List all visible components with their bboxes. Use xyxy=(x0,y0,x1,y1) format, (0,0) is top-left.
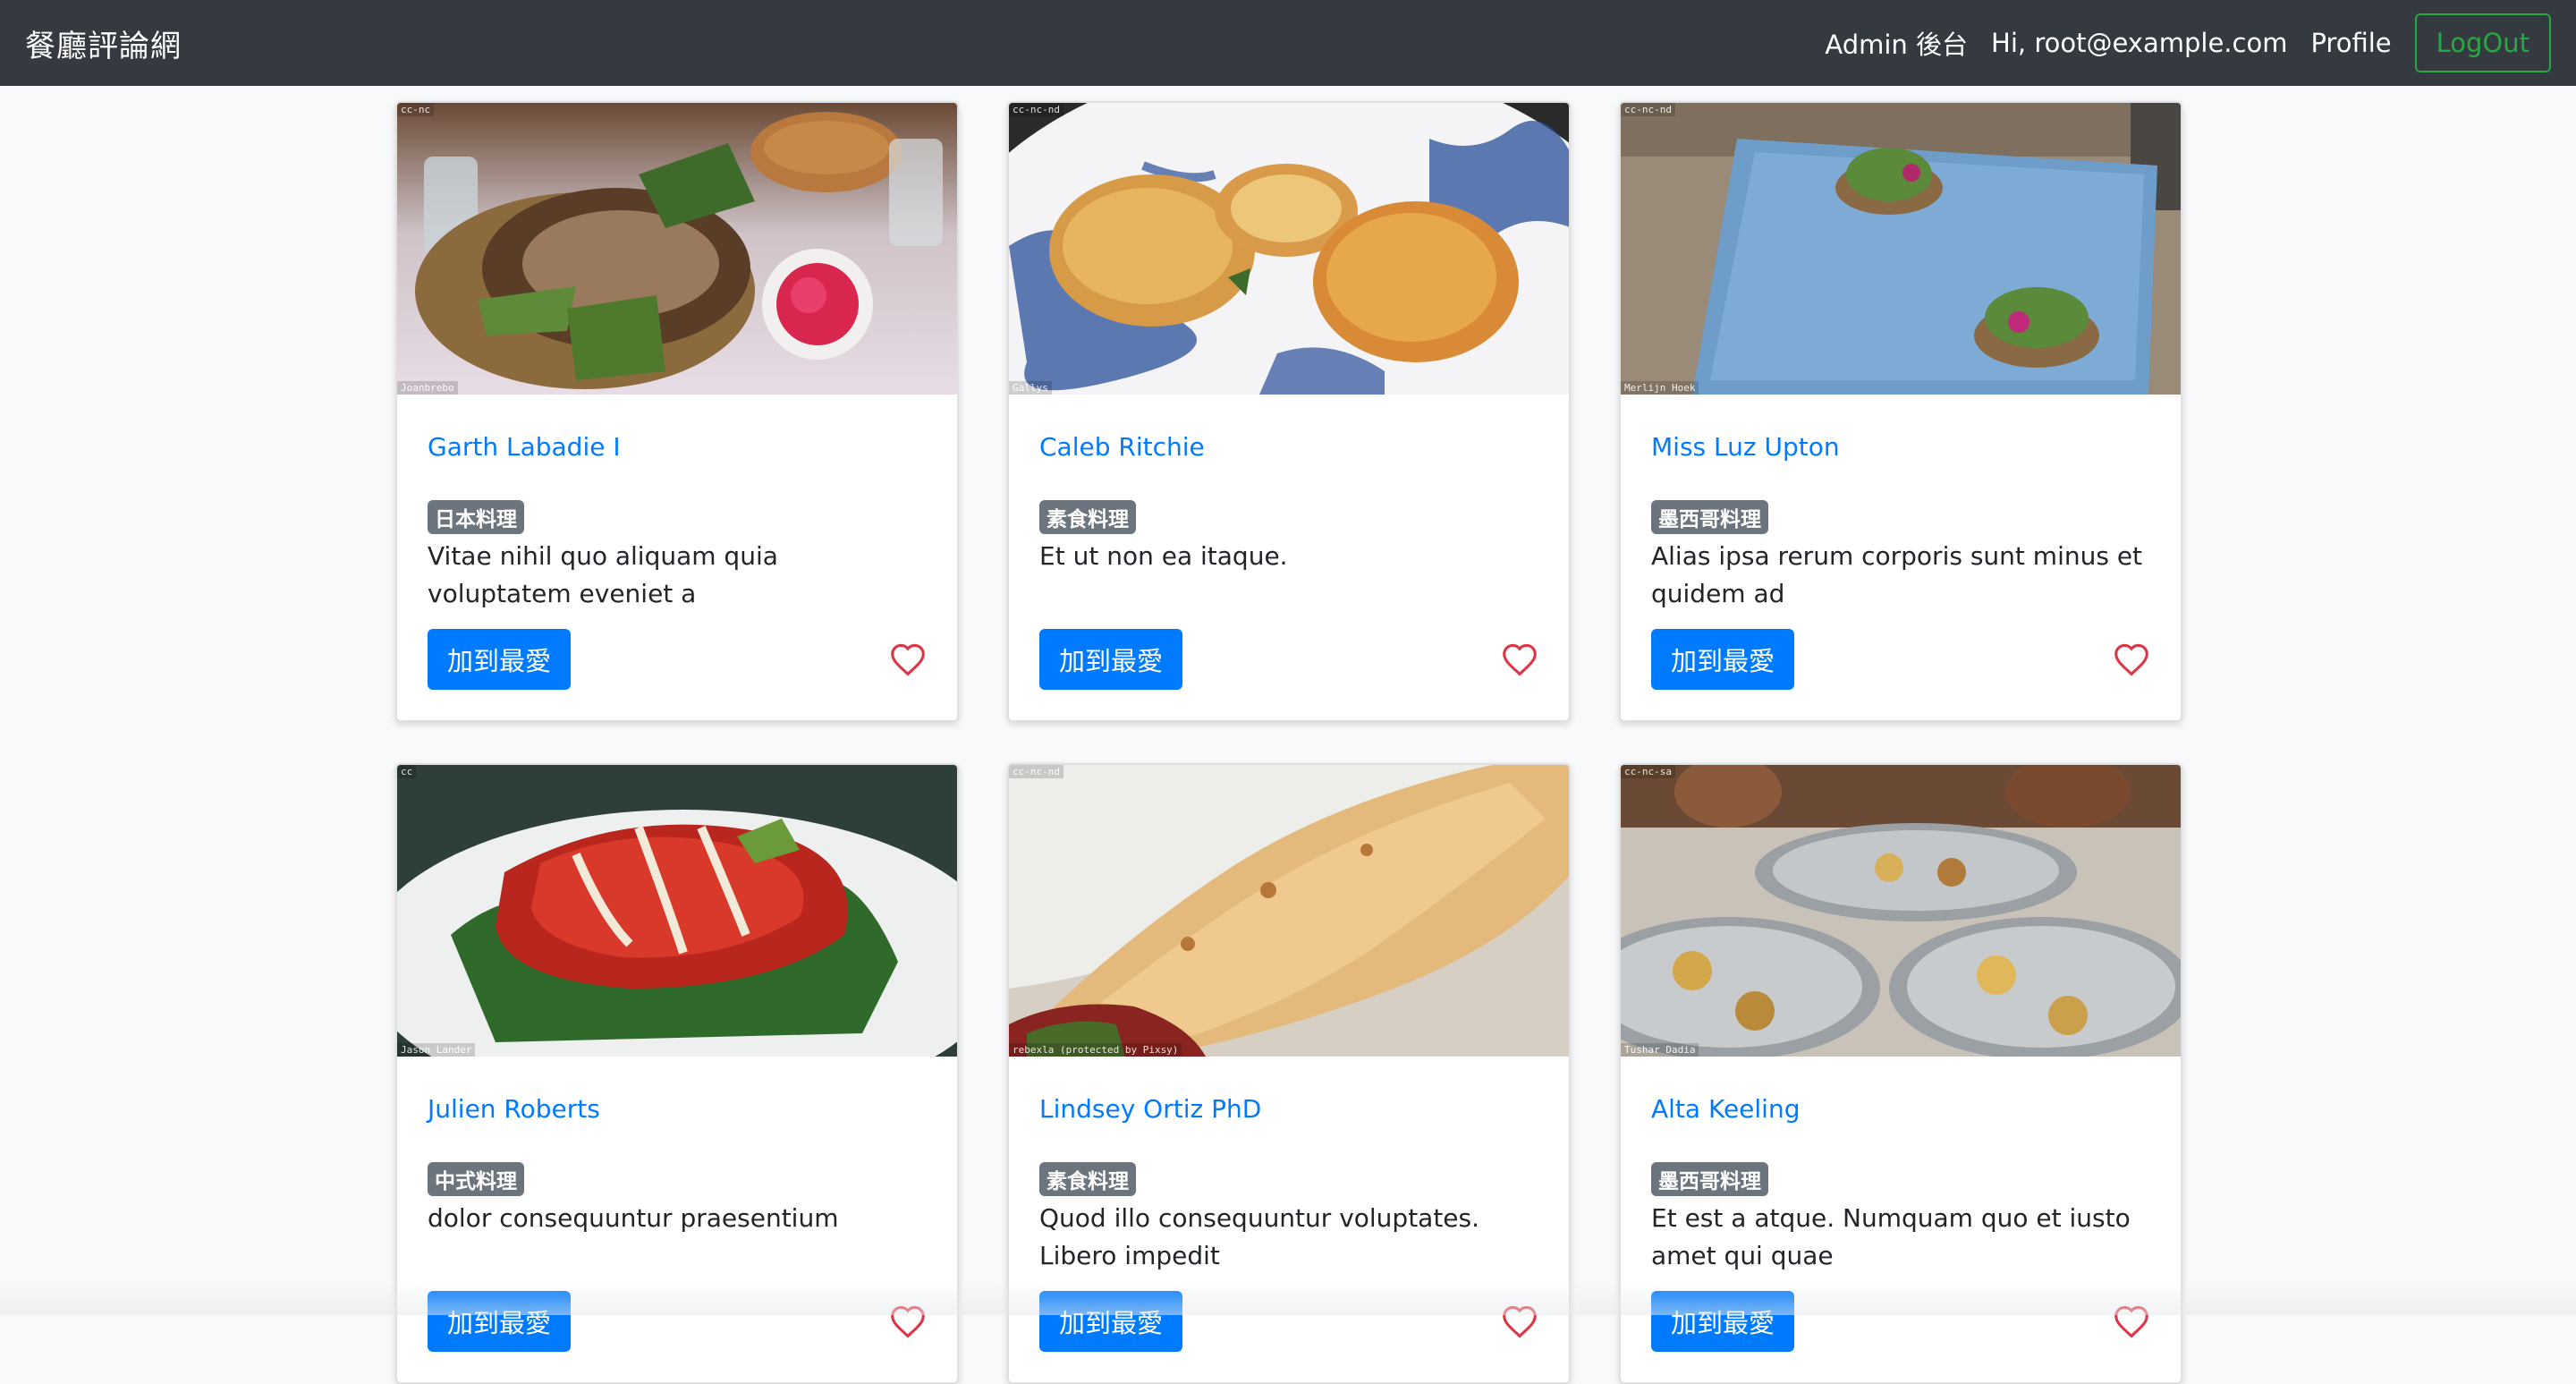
image-license-label: cc-nc xyxy=(397,103,434,116)
heart-icon[interactable] xyxy=(1501,642,1538,676)
restaurant-image[interactable]: cc-nc-nd Gallys xyxy=(1009,103,1569,395)
restaurant-description: Alias ipsa rerum corporis sunt minus et … xyxy=(1651,538,2150,613)
restaurant-description: Et ut non ea itaque. xyxy=(1039,538,1538,613)
restaurant-description: Et est a atque. Numquam quo et iusto ame… xyxy=(1651,1200,2150,1275)
admin-link[interactable]: Admin 後台 xyxy=(1825,24,1968,62)
image-credit-label: Merlijn Hoek xyxy=(1621,381,1699,395)
image-license-label: cc-nc-nd xyxy=(1009,765,1063,778)
image-credit-label: Tushar Dadia xyxy=(1621,1043,1699,1057)
logout-button[interactable]: LogOut xyxy=(2415,13,2551,72)
add-to-favorite-button[interactable]: 加到最愛 xyxy=(428,629,571,690)
restaurant-grid: cc-nc Joanbrebo Garth Labadie I 日本料理 Vit… xyxy=(395,101,2182,1384)
category-badge: 中式料理 xyxy=(428,1162,524,1196)
restaurant-card: cc-nc-nd Gallys Caleb Ritchie 素食料理 Et ut… xyxy=(1007,101,1571,722)
restaurant-image[interactable]: cc Jason Lander xyxy=(397,765,957,1057)
restaurant-card: cc-nc-nd Merlijn Hoek Miss Luz Upton 墨西哥… xyxy=(1619,101,2182,722)
heart-icon[interactable] xyxy=(889,1304,927,1338)
restaurant-name-link[interactable]: Alta Keeling xyxy=(1651,1094,2150,1125)
image-credit-label: Gallys xyxy=(1009,381,1052,395)
site-brand[interactable]: 餐廳評論網 xyxy=(25,21,182,65)
restaurant-image[interactable]: cc-nc Joanbrebo xyxy=(397,103,957,395)
image-license-label: cc-nc-sa xyxy=(1621,765,1675,778)
category-badge: 素食料理 xyxy=(1039,500,1136,534)
navbar-links: Admin 後台 Hi, root@example.com Profile Lo… xyxy=(1801,13,2551,72)
top-navbar: 餐廳評論網 Admin 後台 Hi, root@example.com Prof… xyxy=(0,0,2576,86)
add-to-favorite-button[interactable]: 加到最愛 xyxy=(428,1291,571,1352)
restaurant-name-link[interactable]: Caleb Ritchie xyxy=(1039,432,1538,463)
add-to-favorite-button[interactable]: 加到最愛 xyxy=(1651,1291,1794,1352)
category-badge: 素食料理 xyxy=(1039,1162,1136,1196)
restaurant-image[interactable]: cc-nc-nd Merlijn Hoek xyxy=(1621,103,2181,395)
user-greeting-link[interactable]: Hi, root@example.com xyxy=(1991,28,2287,58)
add-to-favorite-button[interactable]: 加到最愛 xyxy=(1651,629,1794,690)
restaurant-description: Quod illo consequuntur voluptates. Liber… xyxy=(1039,1200,1538,1275)
add-to-favorite-button[interactable]: 加到最愛 xyxy=(1039,1291,1182,1352)
restaurant-image[interactable]: cc-nc-nd rebexla (protected by Pixsy) xyxy=(1009,765,1569,1057)
image-license-label: cc-nc-nd xyxy=(1621,103,1675,116)
category-badge: 墨西哥料理 xyxy=(1651,1162,1768,1196)
category-badge: 日本料理 xyxy=(428,500,524,534)
image-license-label: cc-nc-nd xyxy=(1009,103,1063,116)
restaurant-image[interactable]: cc-nc-sa Tushar Dadia xyxy=(1621,765,2181,1057)
heart-icon[interactable] xyxy=(2113,1304,2150,1338)
image-credit-label: rebexla (protected by Pixsy) xyxy=(1009,1043,1182,1057)
heart-icon[interactable] xyxy=(2113,642,2150,676)
restaurant-name-link[interactable]: Lindsey Ortiz PhD xyxy=(1039,1094,1538,1125)
image-credit-label: Joanbrebo xyxy=(397,381,458,395)
restaurant-description: Vitae nihil quo aliquam quia voluptatem … xyxy=(428,538,927,613)
restaurant-card: cc-nc-sa Tushar Dadia Alta Keeling 墨西哥料理… xyxy=(1619,763,2182,1384)
category-badge: 墨西哥料理 xyxy=(1651,500,1768,534)
heart-icon[interactable] xyxy=(889,642,927,676)
restaurant-name-link[interactable]: Julien Roberts xyxy=(428,1094,927,1125)
restaurant-card: cc Jason Lander Julien Roberts 中式料理 dolo… xyxy=(395,763,959,1384)
profile-link[interactable]: Profile xyxy=(2310,28,2391,58)
restaurant-description: dolor consequuntur praesentium xyxy=(428,1200,927,1275)
restaurant-card: cc-nc-nd rebexla (protected by Pixsy) Li… xyxy=(1007,763,1571,1384)
add-to-favorite-button[interactable]: 加到最愛 xyxy=(1039,629,1182,690)
heart-icon[interactable] xyxy=(1501,1304,1538,1338)
restaurant-name-link[interactable]: Garth Labadie I xyxy=(428,432,927,463)
restaurant-name-link[interactable]: Miss Luz Upton xyxy=(1651,432,2150,463)
restaurant-card: cc-nc Joanbrebo Garth Labadie I 日本料理 Vit… xyxy=(395,101,959,722)
image-credit-label: Jason Lander xyxy=(397,1043,475,1057)
image-license-label: cc xyxy=(397,765,416,778)
